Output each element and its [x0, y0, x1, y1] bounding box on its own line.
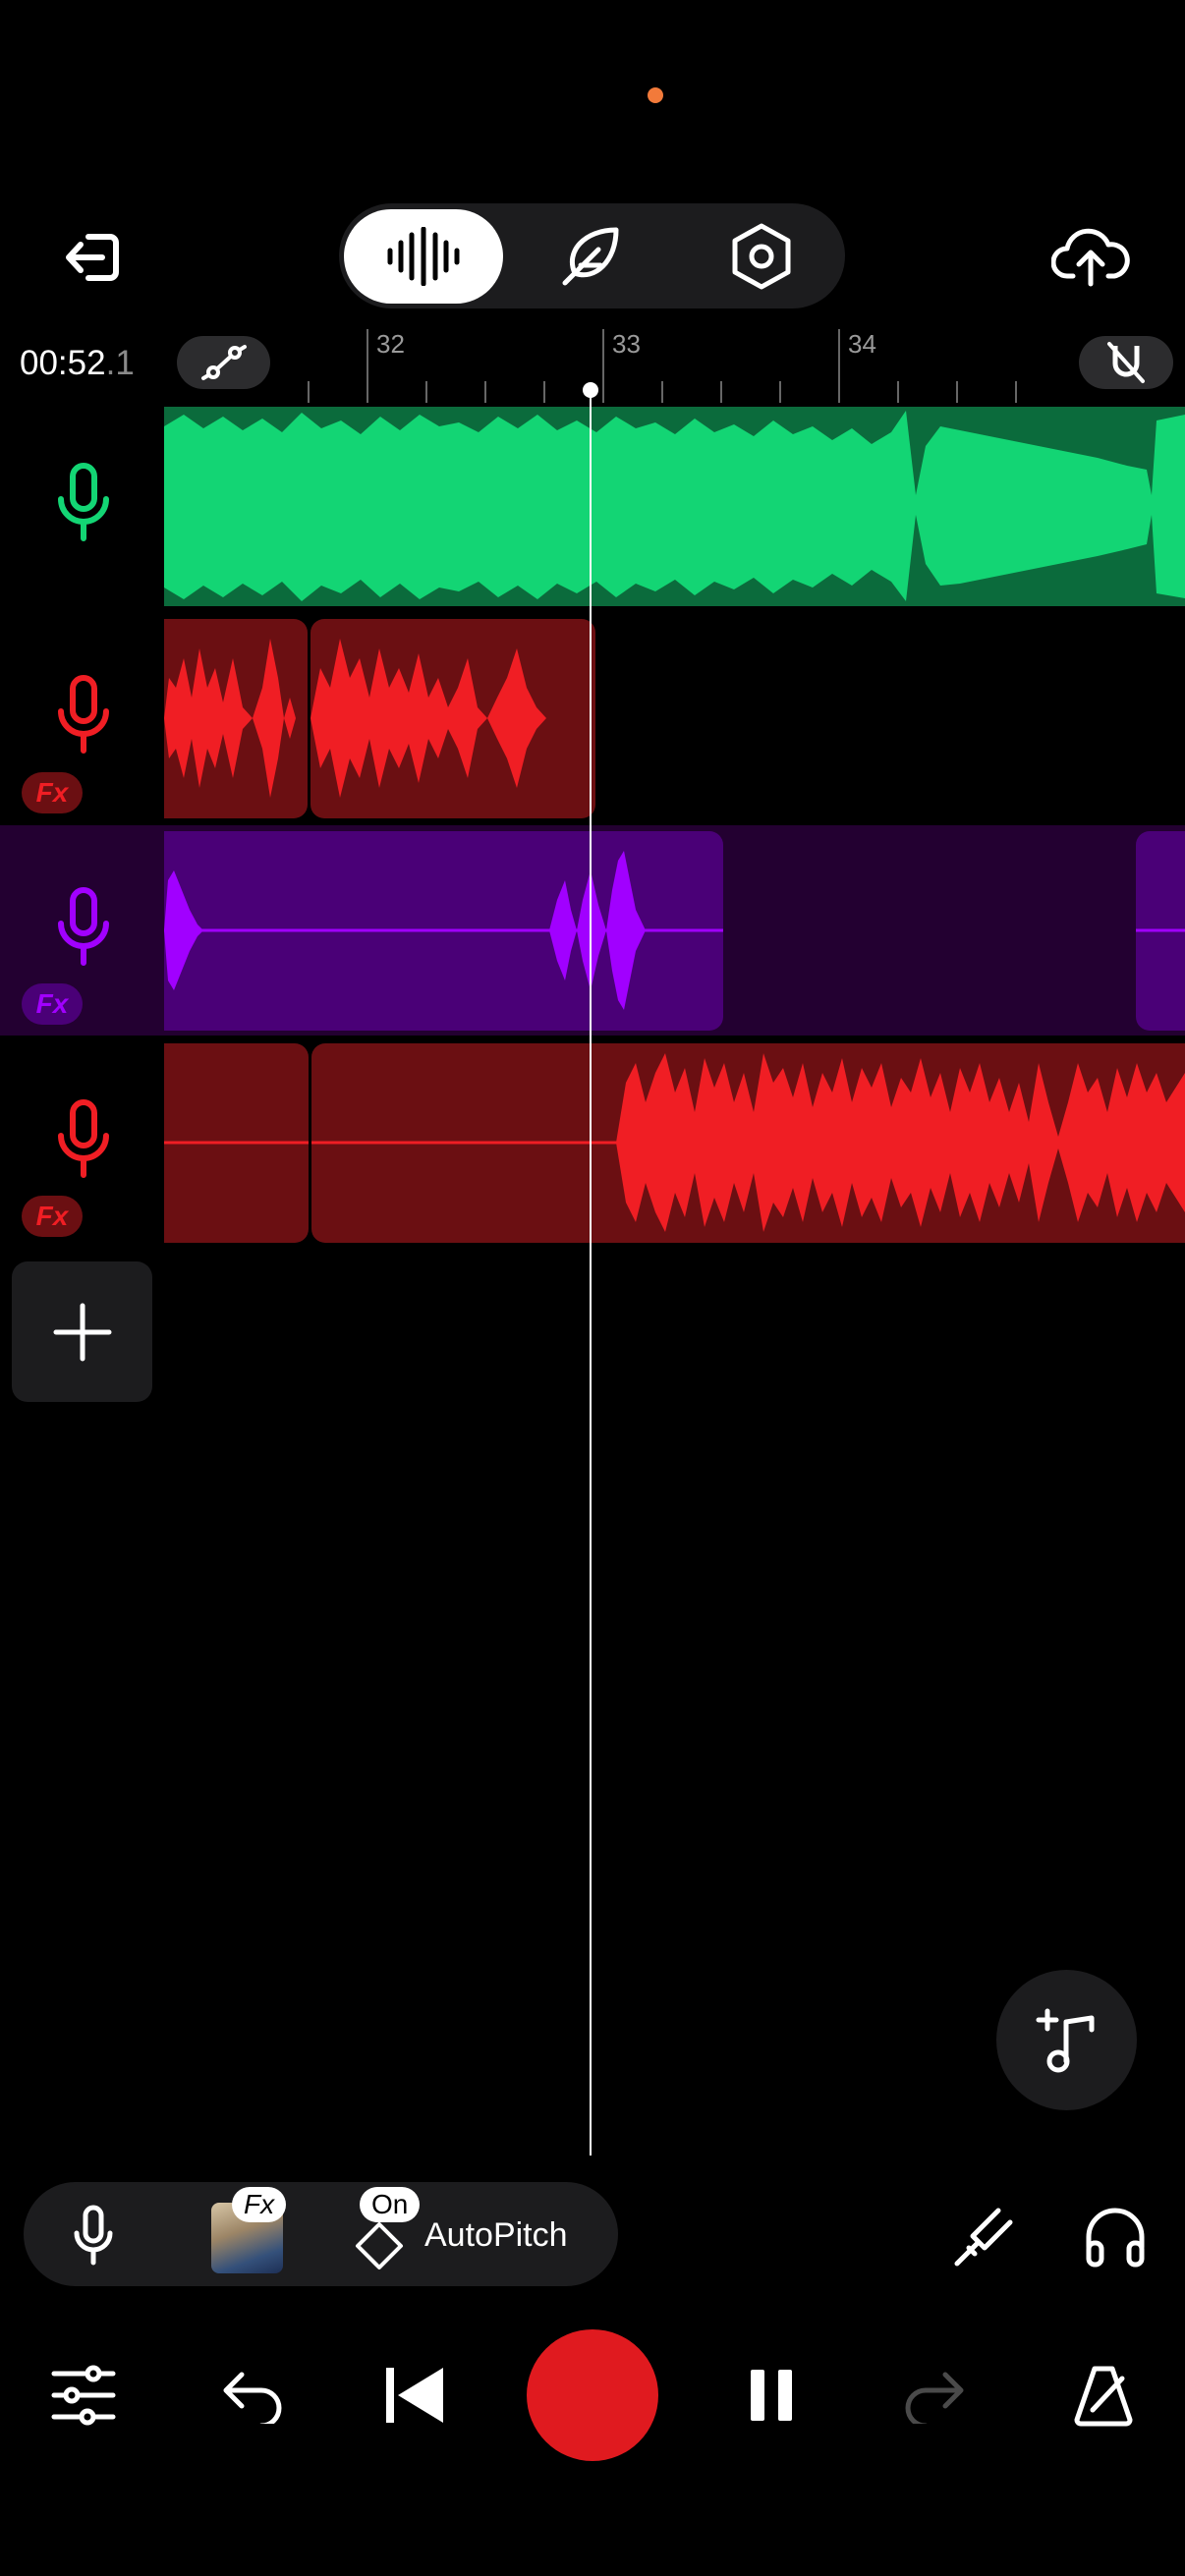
beat-tick — [897, 381, 899, 403]
audio-clip[interactable] — [311, 1043, 1185, 1243]
tuning-fork-button[interactable] — [943, 2197, 1024, 2277]
mic-icon — [58, 887, 109, 966]
mic-icon — [74, 2205, 113, 2266]
skip-back-button[interactable] — [370, 2355, 459, 2436]
beat-tick — [1015, 381, 1017, 403]
bar-label: 32 — [376, 329, 405, 359]
pause-icon — [751, 2370, 792, 2421]
audio-clip[interactable] — [164, 407, 1185, 606]
track-4-mic-button[interactable] — [29, 1087, 138, 1195]
autopitch-tag-icon — [350, 2216, 409, 2275]
redo-button[interactable] — [890, 2355, 979, 2436]
waveform — [311, 1053, 1185, 1232]
cloud-upload-icon — [1051, 228, 1130, 287]
waveform-mode-icon[interactable] — [344, 209, 503, 304]
audio-clip[interactable] — [310, 619, 595, 818]
sliders-icon — [51, 2365, 116, 2426]
timeline-ruler[interactable]: 32 33 34 — [295, 324, 1081, 403]
beat-tick — [308, 381, 310, 403]
waveform — [164, 411, 1185, 601]
record-button[interactable] — [527, 2329, 658, 2461]
undo-button[interactable] — [208, 2355, 297, 2436]
beat-tick — [484, 381, 486, 403]
autopitch-button[interactable]: AutoPitch — [424, 2216, 568, 2255]
add-music-icon — [1036, 2008, 1094, 2072]
on-badge: On — [360, 2187, 421, 2222]
fx-badge: Fx — [232, 2187, 287, 2222]
track-3-mic-button[interactable] — [29, 874, 138, 982]
bar-tick — [838, 329, 840, 403]
metronome-icon — [1074, 2366, 1133, 2427]
headphones-icon — [1086, 2208, 1145, 2268]
snap-toggle-button[interactable] — [1079, 336, 1173, 389]
pause-button[interactable] — [727, 2355, 816, 2436]
bar-tick — [367, 329, 368, 403]
audio-clip[interactable] — [1136, 831, 1185, 1031]
beat-tick — [543, 381, 545, 403]
redo-icon — [905, 2372, 964, 2424]
settings-mode-button[interactable] — [703, 209, 820, 304]
bar-label: 33 — [612, 329, 641, 359]
track-2-fx-badge[interactable]: Fx — [22, 772, 83, 813]
audio-clip[interactable] — [164, 1043, 309, 1243]
waveform — [1136, 928, 1185, 932]
audio-clip[interactable] — [164, 619, 308, 818]
feather-mode-icon — [562, 227, 619, 286]
playhead-line[interactable] — [590, 391, 592, 2156]
bar-tick — [602, 329, 604, 403]
undo-icon — [223, 2372, 282, 2424]
cloud-upload-button[interactable] — [1046, 218, 1135, 297]
mic-icon — [58, 1099, 109, 1178]
waveform — [164, 851, 723, 1010]
waveform — [164, 1141, 309, 1145]
beat-tick — [425, 381, 427, 403]
beat-tick — [779, 381, 781, 403]
hex-settings-icon — [732, 223, 791, 290]
plus-icon — [53, 1303, 111, 1361]
recording-indicator-dot — [648, 87, 663, 103]
automation-button[interactable] — [177, 336, 270, 389]
magnet-off-icon — [1107, 342, 1145, 383]
elapsed-time: 00:52.1 — [20, 344, 135, 382]
audio-clip[interactable] — [164, 831, 723, 1031]
track-2-mic-button[interactable] — [29, 662, 138, 770]
bar-label: 34 — [848, 329, 876, 359]
add-music-button[interactable] — [996, 1970, 1137, 2110]
exit-icon — [66, 234, 119, 281]
tuning-fork-icon — [954, 2208, 1013, 2267]
feather-mode-button[interactable] — [531, 209, 649, 304]
track-4-fx-badge[interactable]: Fx — [22, 1196, 83, 1237]
mic-icon — [58, 463, 109, 541]
input-mic-button[interactable] — [54, 2197, 133, 2275]
skip-back-icon — [386, 2368, 443, 2423]
add-track-button[interactable] — [12, 1261, 152, 1402]
mixer-button[interactable] — [39, 2355, 128, 2436]
beat-tick — [661, 381, 663, 403]
waveform — [164, 639, 308, 798]
beat-tick — [956, 381, 958, 403]
mic-icon — [58, 675, 109, 754]
waveform — [310, 639, 595, 798]
beat-tick — [720, 381, 722, 403]
exit-button[interactable] — [54, 218, 133, 297]
playhead-handle[interactable] — [583, 382, 598, 398]
automation-icon — [200, 345, 247, 380]
metronome-button[interactable] — [1059, 2355, 1148, 2436]
headphones-button[interactable] — [1075, 2197, 1156, 2277]
track-3-fx-badge[interactable]: Fx — [22, 983, 83, 1025]
track-1-mic-button[interactable] — [29, 450, 138, 558]
